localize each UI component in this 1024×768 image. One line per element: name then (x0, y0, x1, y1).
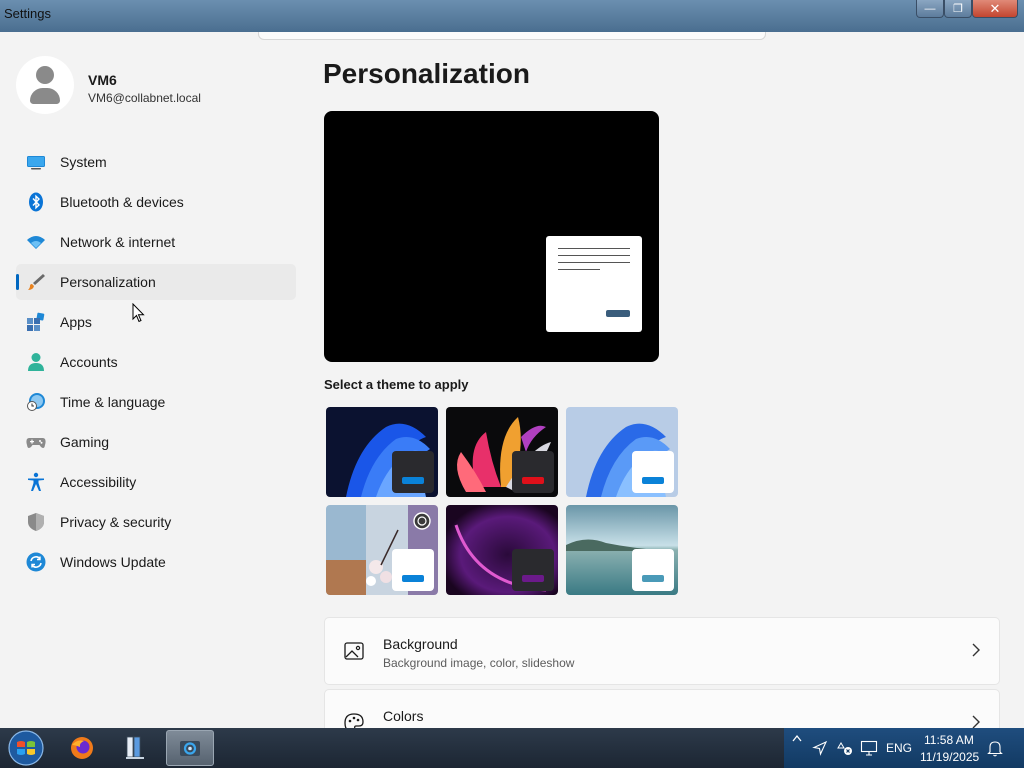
theme-window-sample (632, 451, 674, 493)
card-subtitle: Background image, color, slideshow (383, 656, 575, 670)
theme-tile-captured-motion[interactable] (446, 505, 558, 595)
user-email: VM6@collabnet.local (88, 91, 201, 105)
location-icon[interactable] (812, 740, 828, 756)
sidebar-item-accessibility[interactable]: Accessibility (16, 464, 296, 500)
sidebar-item-label: Accounts (60, 354, 118, 370)
apps-icon (27, 312, 45, 331)
theme-window-sample (392, 549, 434, 591)
theme-window-sample (512, 549, 554, 591)
chevron-right-icon (972, 715, 980, 728)
theme-tile-spotlight[interactable] (326, 505, 438, 595)
gear-icon (180, 741, 200, 756)
bluetooth-icon (29, 192, 43, 212)
avatar[interactable] (16, 56, 74, 114)
person-icon (36, 66, 54, 84)
theme-section-label: Select a theme to apply (324, 377, 469, 392)
preview-window (546, 236, 642, 332)
sidebar-item-label: Personalization (60, 274, 156, 290)
show-hidden-icons-icon[interactable] (792, 734, 802, 742)
notification-bell-icon[interactable] (986, 739, 1004, 757)
account-icon (28, 353, 44, 371)
window-title: Settings (4, 6, 51, 21)
language-indicator[interactable]: ENG (886, 741, 912, 755)
palette-icon (344, 713, 364, 728)
clock-date[interactable]: 11/19/2025 (920, 750, 979, 764)
taskbar-firefox[interactable] (58, 730, 106, 766)
sidebar-item-privacy[interactable]: Privacy & security (16, 504, 296, 540)
maximize-button[interactable]: ❐ (944, 0, 972, 18)
minimize-button[interactable]: — (916, 0, 944, 18)
mouse-cursor-icon (132, 303, 145, 323)
chevron-right-icon (972, 643, 980, 657)
theme-tile-sunrise[interactable] (566, 505, 678, 595)
sidebar-item-label: Accessibility (60, 474, 137, 490)
card-title: Colors (383, 708, 424, 724)
theme-preview (324, 111, 659, 362)
user-name: VM6 (88, 72, 117, 88)
card-title: Background (383, 636, 458, 652)
theme-tile-windows-light[interactable] (566, 407, 678, 497)
shield-icon (28, 513, 44, 531)
sidebar-item-windows-update[interactable]: Windows Update (16, 544, 296, 580)
sidebar-item-accounts[interactable]: Accounts (16, 344, 296, 380)
theme-window-sample (632, 549, 674, 591)
sidebar-item-apps[interactable]: Apps (16, 304, 296, 340)
minimize-icon: — (924, 2, 936, 15)
sidebar-item-label: Apps (60, 314, 92, 330)
sidebar-item-label: System (60, 154, 107, 170)
update-icon (26, 552, 46, 572)
title-bar: Settings — ❐ ✕ (0, 0, 1024, 32)
close-button[interactable]: ✕ (972, 0, 1018, 18)
theme-tile-glow[interactable] (446, 407, 558, 497)
start-button[interactable] (6, 729, 46, 767)
colors-setting-card[interactable]: Colors (324, 689, 1000, 728)
gamepad-icon (26, 438, 46, 448)
clock-globe-icon (27, 393, 45, 411)
search-box[interactable] (258, 32, 766, 40)
brush-icon (28, 274, 45, 290)
selection-indicator (16, 274, 19, 290)
theme-window-sample (392, 451, 434, 493)
wifi-icon (27, 236, 45, 249)
settings-app: VM6 VM6@collabnet.local System Bluetooth… (0, 32, 1024, 728)
monitor-icon (27, 156, 45, 170)
sidebar-item-personalization[interactable]: Personalization (16, 264, 296, 300)
sidebar-item-system[interactable]: System (16, 144, 296, 180)
sidebar-item-label: Gaming (60, 434, 110, 450)
taskbar-settings[interactable] (166, 730, 214, 766)
image-icon (344, 642, 364, 660)
sidebar-item-gaming[interactable]: Gaming (16, 424, 296, 460)
page-title: Personalization (323, 58, 530, 89)
monitor-tray-icon[interactable] (860, 739, 878, 757)
system-tray: ENG 11:58 AM 11/19/2025 (784, 728, 1024, 768)
theme-window-sample (512, 451, 554, 493)
sidebar-item-time-language[interactable]: Time & language (16, 384, 296, 420)
taskbar-file-manager[interactable] (112, 730, 160, 766)
sidebar-item-network[interactable]: Network & internet (16, 224, 296, 260)
firefox-icon (71, 737, 93, 759)
taskbar: ENG 11:58 AM 11/19/2025 (0, 728, 1024, 768)
sidebar-item-label: Network & internet (60, 234, 176, 250)
accessibility-icon (28, 472, 44, 491)
background-setting-card[interactable]: Background Background image, color, slid… (324, 617, 1000, 685)
sidebar-item-label: Time & language (60, 394, 166, 410)
theme-tile-windows-dark[interactable] (326, 407, 438, 497)
sidebar-item-label: Windows Update (60, 554, 166, 570)
sidebar-item-label: Bluetooth & devices (60, 194, 184, 210)
restore-icon: ❐ (953, 3, 963, 15)
sidebar-item-bluetooth[interactable]: Bluetooth & devices (16, 184, 296, 220)
close-icon: ✕ (989, 0, 1001, 16)
sidebar-item-label: Privacy & security (60, 514, 172, 530)
clock-time[interactable]: 11:58 AM (924, 733, 974, 747)
library-icon (126, 736, 144, 759)
network-error-icon[interactable] (836, 739, 854, 757)
spotlight-icon (413, 512, 431, 530)
